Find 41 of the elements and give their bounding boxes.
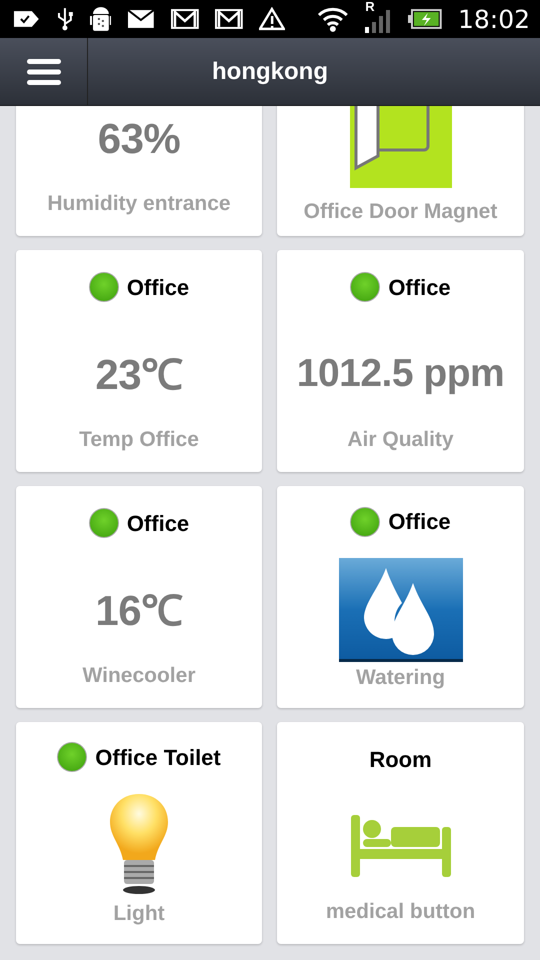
door-icon [350,106,452,188]
tile-location: Office [388,274,451,302]
tile-label: medical button [326,899,476,925]
tile-card[interactable]: Office Toilet Light [16,722,262,944]
tile-location: Office [126,510,190,538]
mail-icon [127,9,156,29]
bed-icon [350,815,450,877]
tile-card[interactable]: Office 16℃ Winecooler [16,486,262,708]
tile-location: Office [126,274,190,302]
tile-card[interactable]: Office Watering [277,486,524,708]
tile-label: Winecooler [82,663,196,689]
wifi-icon [316,6,348,32]
tile-card[interactable]: Office 1012.5 ppm Air Quality [277,250,524,472]
battery-icon [408,9,442,29]
tile-label: Humidity entrance [47,191,231,217]
tag-check-icon [12,9,40,29]
tile-card[interactable]: Room medical button [277,722,524,944]
sensor-value: 1012.5 ppm [296,350,504,397]
tile-label: Temp Office [79,427,199,453]
tile-location: Office Toilet [95,744,221,772]
sensor-value: 63% [98,114,180,164]
tile-location: Office [388,508,451,536]
mail-icon [214,9,243,29]
roaming-letter: R [365,0,375,13]
sensor-value: 16℃ [95,586,183,636]
water-drops-icon [338,558,462,662]
tile-card[interactable]: 63% Humidity entrance [16,106,262,236]
tile-label: Watering [356,664,446,691]
android-icon [90,6,112,32]
mail-icon [171,9,199,29]
tile-label: Light [113,901,165,928]
tile-label: Office Door Magnet [304,198,498,225]
usb-icon [56,7,74,31]
tile-location: Room [369,746,432,774]
app-title: hongkong [211,56,329,86]
warning-icon [258,7,284,31]
menu-icon [26,58,60,84]
clock-time: 18:02 [458,6,530,32]
tile-label: Air Quality [347,427,454,453]
sensor-value: 23℃ [95,350,183,400]
tile-card[interactable]: Office 23℃ Temp Office [16,250,262,472]
